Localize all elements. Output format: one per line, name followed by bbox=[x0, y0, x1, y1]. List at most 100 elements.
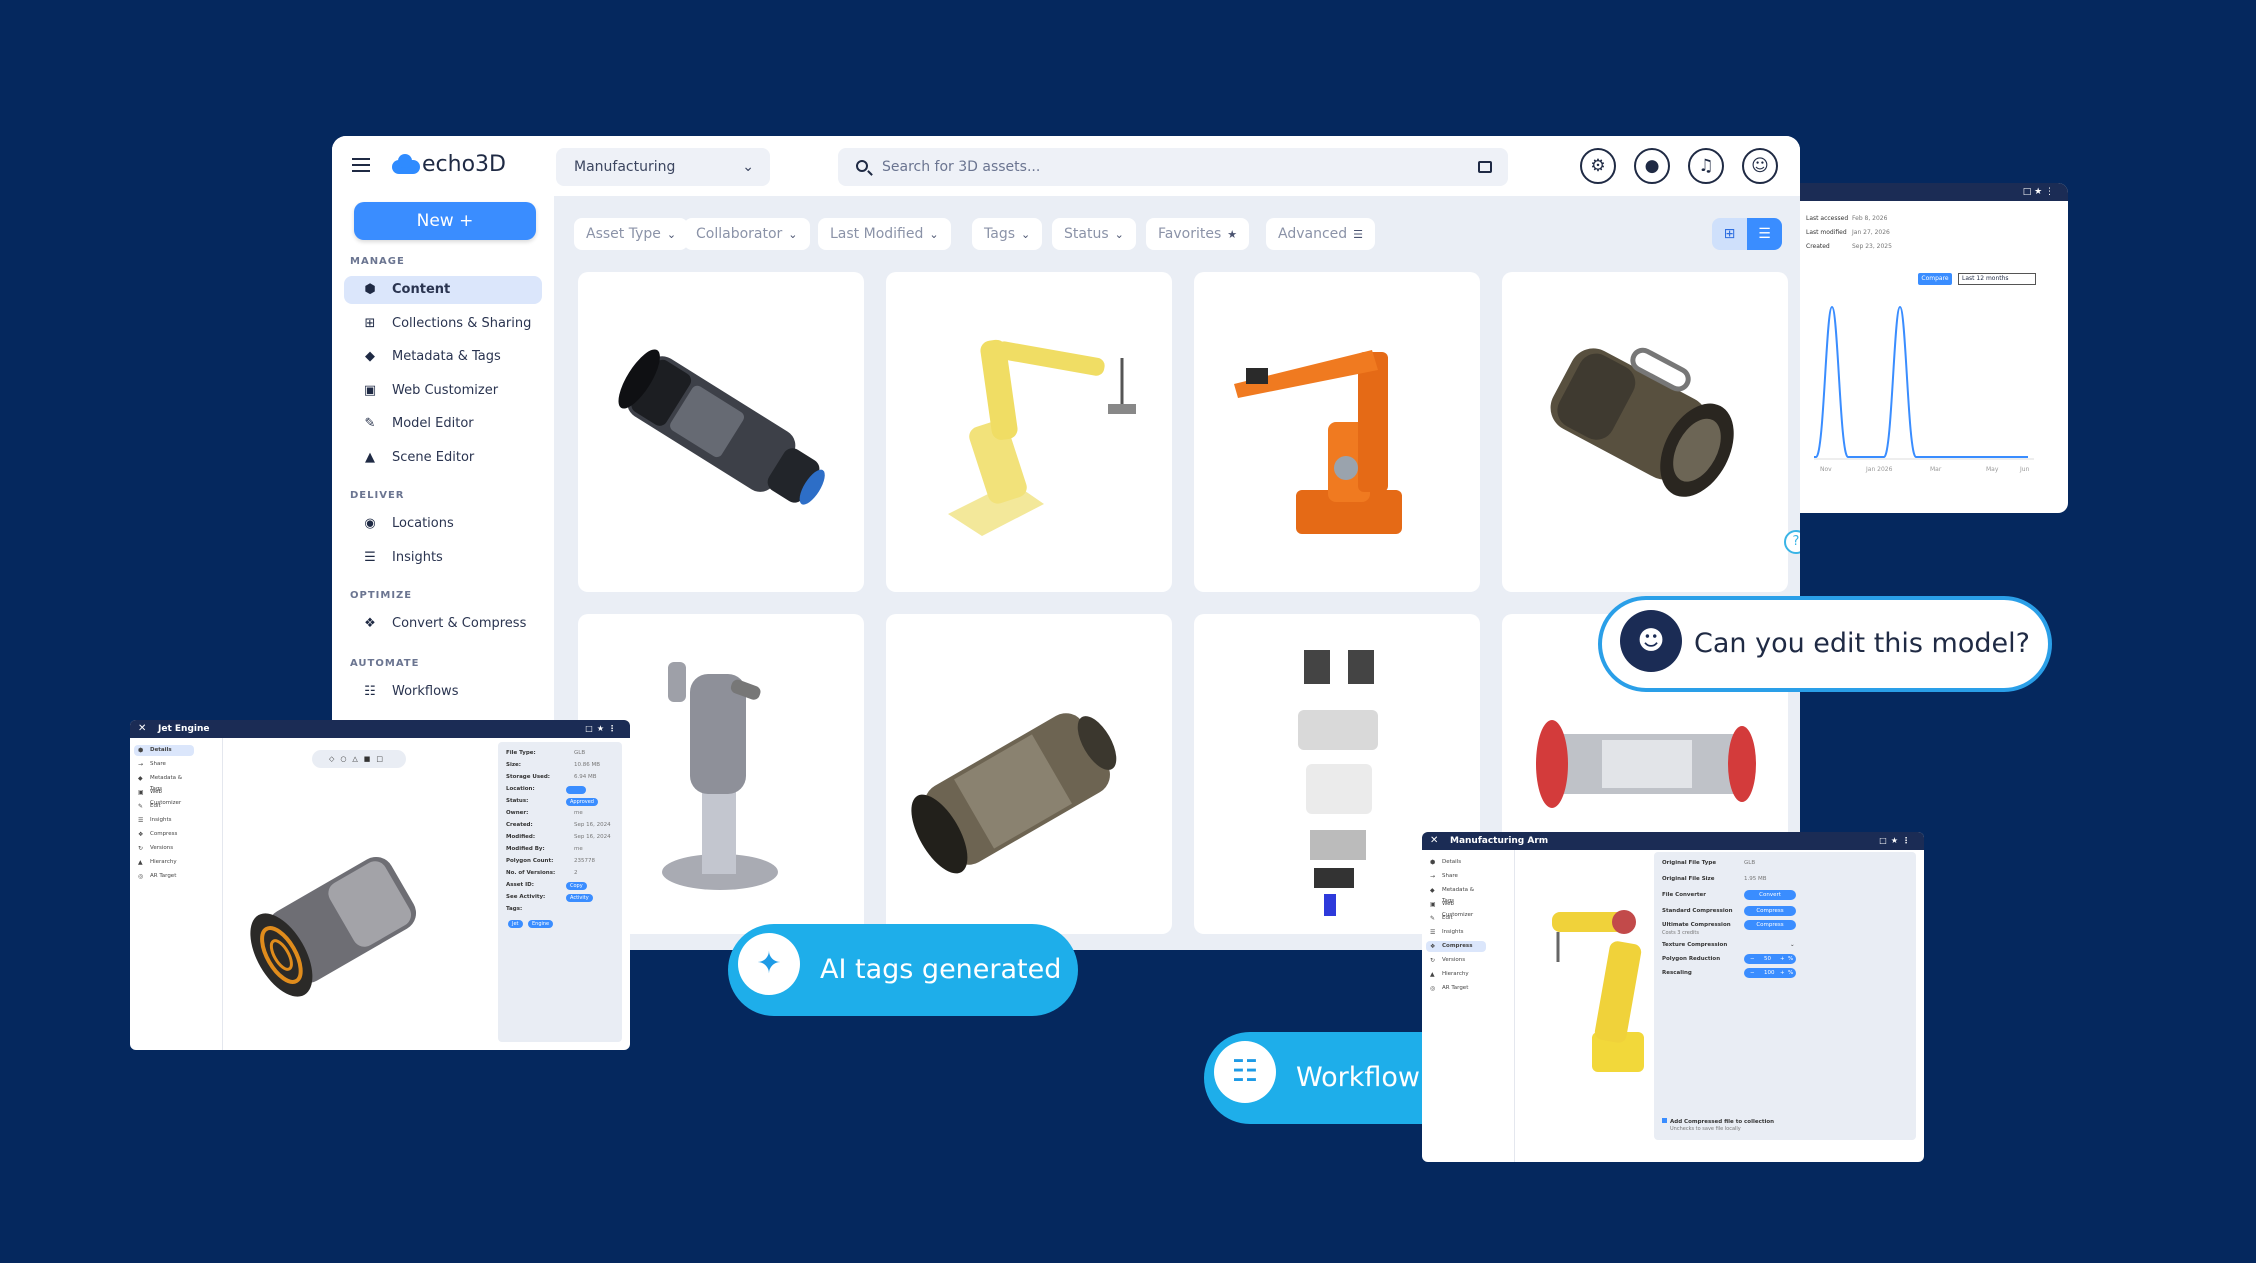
sidebar-item-insights[interactable]: ☰ Insights bbox=[344, 544, 542, 572]
project-select[interactable]: Manufacturing ⌄ bbox=[556, 148, 770, 186]
window-actions[interactable]: □★⋮ bbox=[585, 720, 620, 738]
add-to-collection-checkbox[interactable]: Add Compressed file to collection bbox=[1662, 1118, 1774, 1125]
arm-nav-ar-target[interactable]: ◎ AR Target bbox=[1426, 983, 1486, 994]
view-toggle: ⊞ ☰ bbox=[1712, 218, 1782, 250]
viewer-toolbar[interactable]: ◇○△■□ bbox=[312, 750, 406, 768]
list-view-icon[interactable]: ☰ bbox=[1747, 218, 1782, 250]
nav-label: Edit bbox=[1442, 915, 1453, 921]
prop-size: Size: 10.86 MB bbox=[506, 762, 600, 768]
jet-nav-details[interactable]: ⬢ Details bbox=[134, 745, 194, 756]
ultimate-compress-button[interactable]: Compress bbox=[1744, 920, 1796, 930]
polygon-reduction-stepper[interactable]: − 50 +% bbox=[1744, 954, 1796, 964]
ar-target-icon: ◎ bbox=[138, 873, 144, 880]
tag-chip[interactable]: Engine bbox=[528, 920, 554, 928]
image-search-icon[interactable] bbox=[1478, 161, 1492, 173]
magic-wand-icon: ✦ bbox=[738, 933, 800, 995]
grid-view-icon[interactable]: ⊞ bbox=[1712, 218, 1747, 250]
arm-nav-edit[interactable]: ✎ Edit bbox=[1426, 913, 1486, 924]
compare-button[interactable]: Compare bbox=[1918, 273, 1952, 285]
tag-icon: ◆ bbox=[138, 775, 143, 782]
puzzle-icon[interactable]: ⚙ bbox=[1580, 148, 1616, 184]
sidebar-item-workflows[interactable]: ☷ Workflows bbox=[344, 678, 542, 706]
status-badge[interactable]: Approved bbox=[566, 798, 598, 806]
tag-chip[interactable]: Jet bbox=[508, 920, 523, 928]
arm-nav-hierarchy[interactable]: ▲ Hierarchy bbox=[1426, 969, 1486, 980]
shapes-icon: ▲ bbox=[365, 450, 375, 465]
ultimate-note: Costs 3 credits bbox=[1662, 930, 1699, 936]
sidebar-item-content[interactable]: ⬢ Content bbox=[344, 276, 542, 304]
asset-card-robot-arm-yellow[interactable] bbox=[886, 272, 1172, 592]
sidebar-item-model-editor[interactable]: ✎ Model Editor bbox=[344, 410, 542, 438]
compress-icon: ❖ bbox=[364, 616, 376, 631]
arm-nav-insights[interactable]: ☰ Insights bbox=[1426, 927, 1486, 938]
see-activity-button[interactable]: Activity bbox=[566, 894, 593, 902]
sidebar-item-convert-compress[interactable]: ❖ Convert & Compress bbox=[344, 610, 542, 638]
jet-nav-web-customizer[interactable]: ▣ Web Customizer bbox=[134, 787, 194, 806]
jet-nav-share[interactable]: → Share bbox=[134, 759, 194, 770]
workflow-icon: ☷ bbox=[1214, 1041, 1276, 1103]
jet-nav-ar-target[interactable]: ◎ AR Target bbox=[134, 871, 194, 882]
filter-advanced[interactable]: Advanced ☰ bbox=[1266, 218, 1376, 250]
plus-icon[interactable]: + bbox=[1780, 968, 1785, 978]
sidebar-item-label: Collections & Sharing bbox=[392, 316, 532, 331]
asset-card-jet-engine-2[interactable] bbox=[886, 614, 1172, 934]
original-file-size-label: Original File Size bbox=[1662, 876, 1715, 882]
standard-compress-button[interactable]: Compress bbox=[1744, 906, 1796, 916]
search-input[interactable]: Search for 3D assets... bbox=[838, 148, 1508, 186]
filter-last-modified[interactable]: Last Modified ⌄ bbox=[818, 218, 951, 250]
convert-button[interactable]: Convert bbox=[1744, 890, 1796, 900]
sidebar-item-metadata[interactable]: ◆ Metadata & Tags bbox=[344, 343, 542, 371]
arm-nav-compress[interactable]: ❖ Compress bbox=[1426, 941, 1486, 952]
filter-favorites[interactable]: Favorites ★ bbox=[1146, 218, 1250, 250]
user-icon[interactable]: ☺ bbox=[1742, 148, 1778, 184]
jet-nav-insights[interactable]: ☰ Insights bbox=[134, 815, 194, 826]
arm-nav-details[interactable]: ⬢ Details bbox=[1426, 857, 1486, 868]
jet-nav-compress[interactable]: ❖ Compress bbox=[134, 829, 194, 840]
drop-icon[interactable]: ● bbox=[1634, 148, 1670, 184]
window-actions[interactable]: □★⋮ bbox=[1879, 832, 1914, 850]
arm-nav-web-customizer[interactable]: ▣ Web Customizer bbox=[1426, 899, 1486, 918]
bar-chart-icon: ☰ bbox=[364, 550, 376, 565]
sidebar-item-locations[interactable]: ◉ Locations bbox=[344, 510, 542, 538]
chevron-down-icon[interactable]: ⌄ bbox=[1790, 942, 1795, 948]
jet-nav-edit[interactable]: ✎ Edit bbox=[134, 801, 194, 812]
hierarchy-icon: ▲ bbox=[1430, 971, 1435, 978]
sidebar-item-collections[interactable]: ⊞ Collections & Sharing bbox=[344, 310, 542, 338]
copy-asset-id-button[interactable]: Copy bbox=[566, 882, 587, 890]
jet-nav-hierarchy[interactable]: ▲ Hierarchy bbox=[134, 857, 194, 868]
asset-card-jet-engine[interactable] bbox=[578, 272, 864, 592]
minus-icon[interactable]: − bbox=[1750, 968, 1755, 978]
arm-nav-metadata[interactable]: ◆ Metadata & Tags bbox=[1426, 885, 1486, 904]
chevron-down-icon: ⌄ bbox=[788, 228, 798, 241]
sidebar-item-scene-editor[interactable]: ▲ Scene Editor bbox=[344, 444, 542, 472]
close-icon[interactable]: ✕ bbox=[138, 720, 146, 738]
plus-icon[interactable]: + bbox=[1780, 954, 1785, 964]
versions-icon: ↻ bbox=[138, 845, 144, 852]
jet-nav-metadata[interactable]: ◆ Metadata & Tags bbox=[134, 773, 194, 792]
jet-nav-versions[interactable]: ↻ Versions bbox=[134, 843, 194, 854]
jet-properties-panel: File Type: GLB Size: 10.86 MB Storage Used… bbox=[498, 742, 622, 1042]
asset-card-turbine-engine[interactable] bbox=[1502, 272, 1788, 592]
filter-tags[interactable]: Tags ⌄ bbox=[972, 218, 1043, 250]
rescaling-stepper[interactable]: − 100 +% bbox=[1744, 968, 1796, 978]
bell-icon[interactable]: ♫ bbox=[1688, 148, 1724, 184]
sidebar-item-web-customizer[interactable]: ▣ Web Customizer bbox=[344, 377, 542, 405]
new-button[interactable]: New + bbox=[354, 202, 536, 240]
filter-collaborator[interactable]: Collaborator ⌄ bbox=[684, 218, 810, 250]
sidebar-item-label: Model Editor bbox=[392, 416, 474, 431]
arm-nav-share[interactable]: → Share bbox=[1426, 871, 1486, 882]
minus-icon[interactable]: − bbox=[1750, 954, 1755, 964]
arm-nav-versions[interactable]: ↻ Versions bbox=[1426, 955, 1486, 966]
range-select[interactable]: Last 12 months bbox=[1958, 273, 2036, 285]
menu-icon[interactable] bbox=[352, 158, 370, 172]
ar-target-icon: ◎ bbox=[1430, 985, 1436, 992]
prop-value: Sep 16, 2024 bbox=[574, 822, 611, 828]
close-icon[interactable]: ✕ bbox=[1430, 832, 1438, 850]
chevron-down-icon: ⌄ bbox=[1114, 228, 1124, 241]
filter-status[interactable]: Status ⌄ bbox=[1052, 218, 1136, 250]
search-icon bbox=[856, 160, 868, 172]
location-badge[interactable] bbox=[566, 786, 586, 794]
filter-asset-type[interactable]: Asset Type ⌄ bbox=[574, 218, 689, 250]
asset-card-robot-arm-orange[interactable] bbox=[1194, 272, 1480, 592]
filter-label: Favorites bbox=[1158, 226, 1222, 242]
